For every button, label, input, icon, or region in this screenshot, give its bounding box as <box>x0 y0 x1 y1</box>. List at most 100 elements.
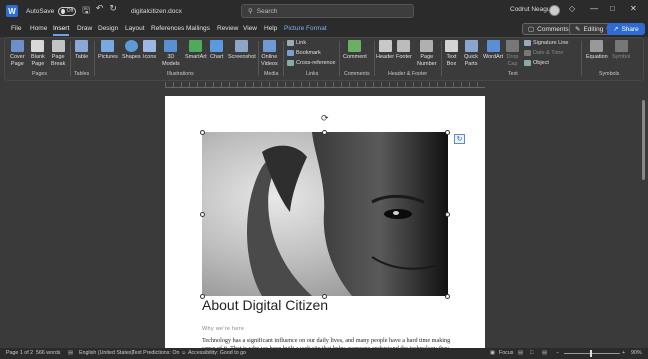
vertical-scrollbar[interactable] <box>640 88 648 348</box>
bookmark-button[interactable]: Bookmark <box>287 50 321 56</box>
smartart-button[interactable]: SmartArt <box>185 40 207 61</box>
object-icon <box>524 60 531 66</box>
icons-button[interactable]: Icons <box>143 40 156 61</box>
group-label-links: Links <box>306 71 319 77</box>
pencil-icon: ✎ <box>575 26 581 33</box>
word-count[interactable]: 566 words <box>36 350 60 356</box>
comment-button[interactable]: Comment <box>343 40 367 61</box>
chart-button[interactable]: Chart <box>210 40 223 61</box>
search-box[interactable]: ⚲ Search <box>241 4 414 18</box>
autosave-toggle[interactable]: Off <box>58 6 77 16</box>
share-icon: ↗ <box>613 26 619 33</box>
wordart-button[interactable]: WordArt <box>483 40 503 61</box>
drop-cap-button[interactable]: Drop Cap <box>506 40 519 67</box>
print-layout-icon[interactable]: □ <box>530 350 533 356</box>
tab-view[interactable]: View <box>243 25 257 32</box>
tab-design[interactable]: Design <box>98 25 118 32</box>
cover-page-icon <box>10 40 24 52</box>
header-button[interactable]: Header <box>376 40 394 61</box>
tab-picture-format[interactable]: Picture Format <box>284 25 327 32</box>
tab-mailings[interactable]: Mailings <box>186 25 210 32</box>
avatar[interactable] <box>549 5 560 16</box>
zoom-slider-knob[interactable] <box>590 350 592 357</box>
tab-home[interactable]: Home <box>30 25 47 32</box>
document-name[interactable]: digitalcitizen.docx <box>131 8 182 15</box>
quick-parts-icon <box>464 40 478 52</box>
maximize-icon[interactable]: □ <box>610 4 615 13</box>
page-title[interactable]: About Digital Citizen <box>202 297 328 313</box>
page-count[interactable]: Page 1 of 2 <box>6 350 33 356</box>
shapes-button[interactable]: Shapes <box>122 40 141 61</box>
group-label-header-footer: Header & Footer <box>388 71 428 77</box>
footer-icon <box>397 40 411 52</box>
tab-file[interactable]: File <box>11 25 21 32</box>
share-button[interactable]: ↗ Share <box>607 23 645 35</box>
tab-layout[interactable]: Layout <box>125 25 145 32</box>
zoom-slider[interactable] <box>564 353 620 354</box>
section-subheading[interactable]: Why we're here <box>202 326 244 332</box>
language-status[interactable]: English (United States) <box>79 350 133 356</box>
resize-handle-nw[interactable] <box>200 130 205 135</box>
tab-help[interactable]: Help <box>264 25 277 32</box>
resize-handle-n[interactable] <box>322 130 327 135</box>
object-button[interactable]: Object <box>524 60 549 66</box>
status-bar: Page 1 of 2 566 words ▤ English (United … <box>0 348 648 359</box>
resize-handle-w[interactable] <box>200 212 205 217</box>
symbol-button[interactable]: Symbol <box>612 40 630 61</box>
ruler-ticks <box>165 82 485 87</box>
portrait-photo <box>202 132 448 296</box>
page-break-button[interactable]: Page Break <box>51 40 65 67</box>
cover-page-button[interactable]: Cover Page <box>10 40 25 67</box>
footer-button[interactable]: Footer <box>396 40 412 61</box>
zoom-in-icon[interactable]: + <box>622 350 625 356</box>
blank-page-button[interactable]: Blank Page <box>31 40 45 67</box>
page-number-button[interactable]: Page Number <box>417 40 437 67</box>
quick-parts-button[interactable]: Quick Parts <box>464 40 478 67</box>
resize-handle-ne[interactable] <box>445 130 450 135</box>
accessibility-status[interactable]: Accessibility: Good to go <box>188 350 246 356</box>
scrollbar-thumb[interactable] <box>642 100 645 180</box>
date-time-button[interactable]: Date & Time <box>524 50 563 56</box>
document-page[interactable]: ⟳ ↻ About Digital Citizen Why we're here… <box>165 96 485 348</box>
tab-draw[interactable]: Draw <box>77 25 92 32</box>
autosave-label: AutoSave <box>26 7 55 15</box>
zoom-level[interactable]: 90% <box>631 350 642 356</box>
focus-button[interactable]: Focus <box>499 350 513 356</box>
redo-icon[interactable]: ↻ <box>109 3 117 19</box>
screenshot-button[interactable]: Screenshot <box>228 40 256 61</box>
body-paragraph[interactable]: Technology has a significant influence o… <box>202 337 452 348</box>
selected-image[interactable] <box>202 132 448 296</box>
zoom-out-icon[interactable]: − <box>556 350 559 356</box>
divider <box>339 41 340 76</box>
signature-line-button[interactable]: Signature Line <box>524 40 568 46</box>
link-button[interactable]: Link <box>287 40 306 46</box>
tab-references[interactable]: References <box>151 25 184 32</box>
resize-handle-se[interactable] <box>445 294 450 299</box>
tab-review[interactable]: Review <box>217 25 238 32</box>
layout-options-icon[interactable]: ↻ <box>454 134 465 144</box>
user-name[interactable]: Codrut Neagu <box>510 6 550 13</box>
close-icon[interactable]: ✕ <box>630 4 637 13</box>
text-box-button[interactable]: Text Box <box>445 40 458 67</box>
minimize-icon[interactable]: — <box>590 4 598 13</box>
read-mode-icon[interactable]: ▤ <box>518 350 523 356</box>
link-icon <box>287 40 294 46</box>
text-predictions-status[interactable]: Text Predictions: On <box>132 350 179 356</box>
comments-button[interactable]: ▢ Comments <box>522 23 575 35</box>
table-button[interactable]: Table <box>75 40 88 61</box>
undo-icon[interactable]: ↶ <box>96 3 104 19</box>
resize-handle-e[interactable] <box>445 212 450 217</box>
tab-insert[interactable]: Insert <box>53 25 70 36</box>
divider <box>283 41 284 76</box>
online-videos-button[interactable]: Online Videos <box>261 40 278 67</box>
pictures-button[interactable]: Pictures <box>98 40 118 61</box>
rotate-handle-icon[interactable]: ⟳ <box>321 113 329 124</box>
3d-models-button[interactable]: 3D Models <box>162 40 180 67</box>
diamond-icon[interactable]: ◇ <box>569 4 575 13</box>
save-icon[interactable]: 🖫 <box>82 3 90 19</box>
search-placeholder: Search <box>256 7 278 15</box>
proofing-icon[interactable]: ▤ <box>68 350 73 356</box>
cross-reference-button[interactable]: Cross-reference <box>287 60 335 66</box>
web-layout-icon[interactable]: ▤ <box>542 350 547 356</box>
equation-button[interactable]: Equation <box>586 40 608 61</box>
